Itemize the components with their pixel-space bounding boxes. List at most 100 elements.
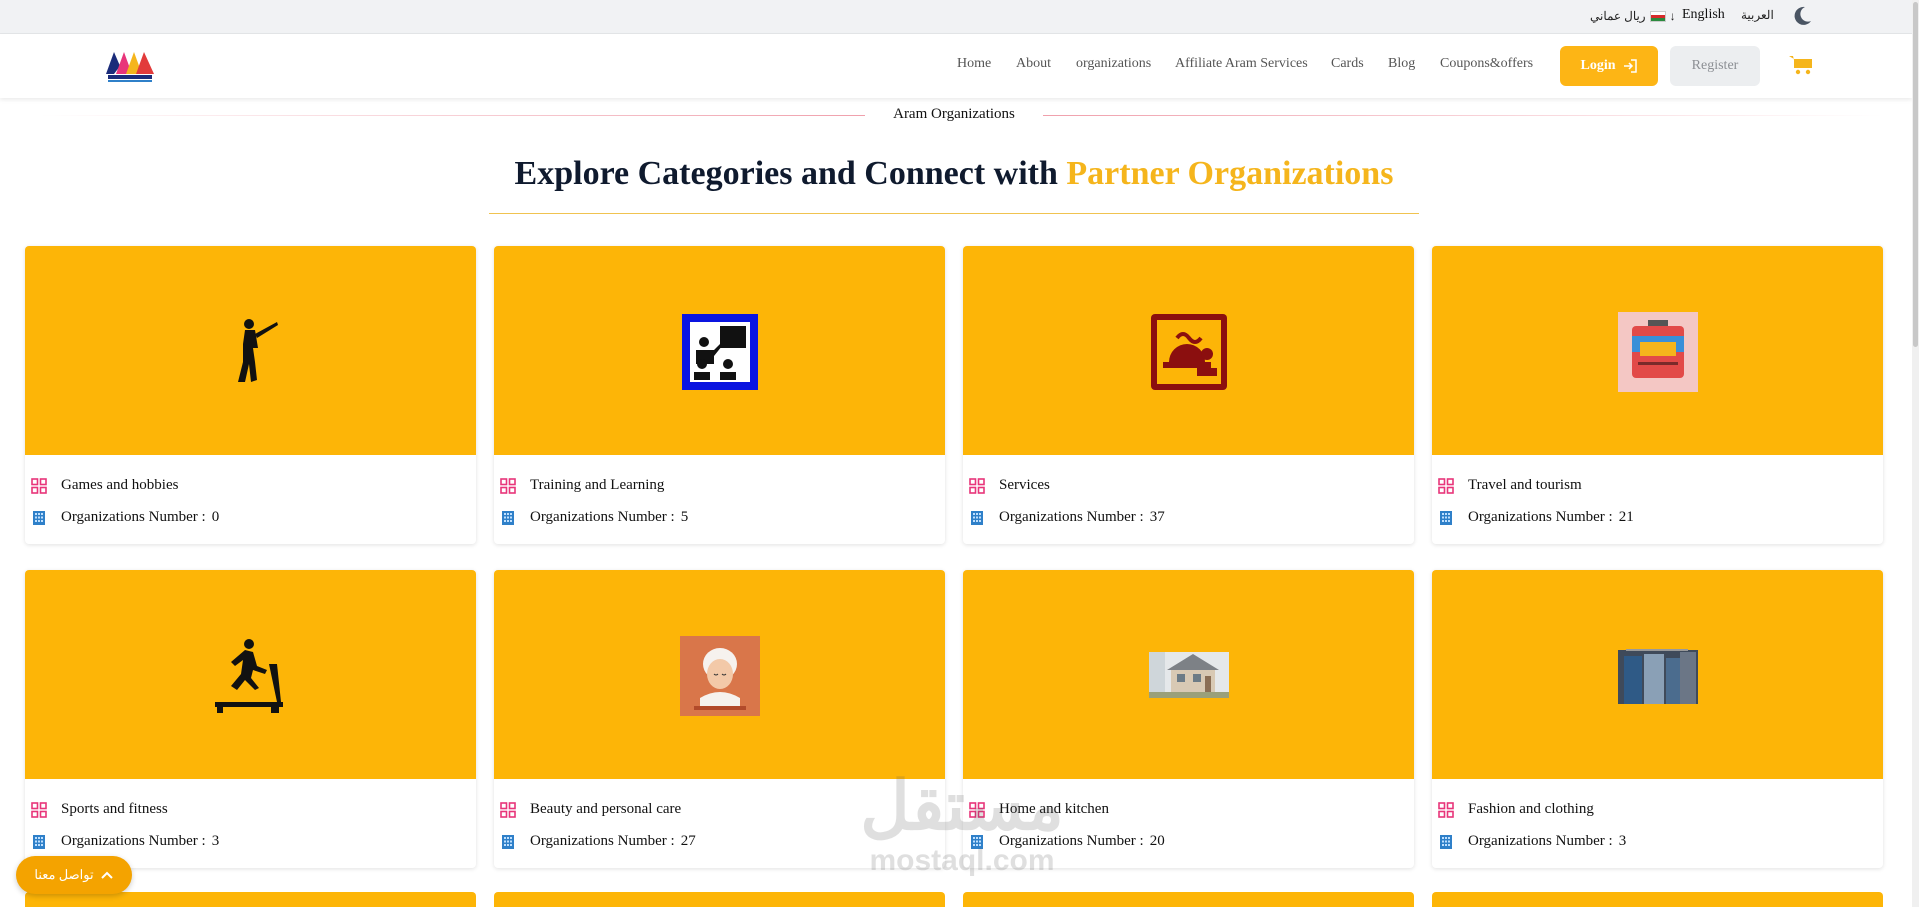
count-label: Organizations Number : bbox=[999, 509, 1144, 525]
category-count-row: Organizations Number : 3 bbox=[31, 833, 219, 850]
category-name-row: Fashion and clothing bbox=[1438, 801, 1594, 818]
heading-main: Explore Categories and Connect with bbox=[514, 155, 1067, 192]
category-count-row: Organizations Number : 0 bbox=[31, 509, 219, 526]
grid-category-icon bbox=[1438, 801, 1454, 818]
count-label: Organizations Number : bbox=[530, 509, 675, 525]
building-icon bbox=[1440, 510, 1452, 525]
currency-label: ريال عماني bbox=[1590, 9, 1646, 23]
count-label: Organizations Number : bbox=[61, 509, 206, 525]
register-button[interactable]: Register bbox=[1670, 46, 1760, 86]
category-card[interactable]: Fashion and clothing Organizations Number… bbox=[1432, 570, 1883, 868]
count-value: 5 bbox=[680, 509, 689, 525]
count-value: 21 bbox=[1618, 509, 1634, 525]
nav-about[interactable]: About bbox=[1016, 56, 1051, 72]
category-card-image[interactable] bbox=[494, 570, 945, 779]
category-count-row: Organizations Number : 3 bbox=[1438, 833, 1626, 850]
category-name: Fashion and clothing bbox=[1468, 801, 1594, 817]
grid-category-icon bbox=[31, 477, 47, 494]
category-name: Beauty and personal care bbox=[530, 801, 682, 817]
category-card[interactable]: Sports and fitness Organizations Number :… bbox=[25, 570, 476, 868]
category-card-image[interactable] bbox=[1432, 246, 1883, 455]
house-photo-icon bbox=[1149, 652, 1229, 698]
nav-affiliate[interactable]: Affiliate Aram Services bbox=[1175, 56, 1308, 72]
chevron-up-icon bbox=[100, 871, 113, 879]
category-card-partial[interactable] bbox=[963, 892, 1414, 907]
scrollbar-thumb[interactable] bbox=[1913, 2, 1918, 347]
nav-home[interactable]: Home bbox=[957, 56, 991, 72]
spa-woman-icon bbox=[680, 636, 760, 716]
category-card[interactable]: Travel and tourism Organizations Number :… bbox=[1432, 246, 1883, 544]
category-card-image[interactable] bbox=[25, 246, 476, 455]
category-name-row: Travel and tourism bbox=[1438, 477, 1582, 494]
section-label: Aram Organizations bbox=[893, 106, 1015, 122]
building-icon bbox=[33, 510, 45, 525]
nav-organizations[interactable]: organizations bbox=[1076, 56, 1151, 72]
building-icon bbox=[502, 510, 514, 525]
category-card-partial[interactable] bbox=[494, 892, 945, 907]
page-heading: Explore Categories and Connect with Part… bbox=[489, 155, 1419, 214]
lang-english[interactable]: English bbox=[1682, 7, 1725, 23]
dark-mode-moon-icon[interactable] bbox=[1790, 4, 1814, 28]
arrow-down-icon: ↓ bbox=[1669, 9, 1676, 23]
category-card-image[interactable] bbox=[1432, 570, 1883, 779]
count-value: 20 bbox=[1149, 833, 1165, 849]
cart-icon[interactable] bbox=[1788, 54, 1814, 76]
currency-selector[interactable]: ريال عماني ↓ bbox=[1590, 9, 1676, 24]
classroom-icon bbox=[682, 314, 758, 390]
clothing-photo-icon bbox=[1618, 649, 1698, 704]
category-card[interactable]: Services Organizations Number : 37 bbox=[963, 246, 1414, 544]
category-count-row: Organizations Number : 27 bbox=[500, 833, 696, 850]
watermark-english: mostaql.com bbox=[869, 844, 1055, 877]
category-card[interactable]: Training and Learning Organizations Numbe… bbox=[494, 246, 945, 544]
category-name: Games and hobbies bbox=[61, 477, 179, 493]
category-card-image[interactable] bbox=[25, 570, 476, 779]
category-name: Travel and tourism bbox=[1468, 477, 1582, 493]
grid-category-icon bbox=[500, 477, 516, 494]
category-card-image[interactable] bbox=[963, 246, 1414, 455]
suitcase-icon bbox=[1618, 312, 1698, 392]
main-navbar: Home About organizations Affiliate Aram … bbox=[0, 34, 1912, 98]
count-value: 0 bbox=[211, 509, 220, 525]
category-card-partial[interactable] bbox=[25, 892, 476, 907]
nav-blog[interactable]: Blog bbox=[1388, 56, 1415, 72]
count-value: 27 bbox=[680, 833, 696, 849]
nav-coupons[interactable]: Coupons&offers bbox=[1440, 56, 1533, 72]
category-card-image[interactable] bbox=[963, 570, 1414, 779]
count-label: Organizations Number : bbox=[530, 833, 675, 849]
food-service-icon bbox=[1151, 314, 1227, 390]
watermark: مستقل mostaql.com bbox=[842, 766, 1082, 886]
category-name: Training and Learning bbox=[530, 477, 665, 493]
category-card[interactable]: Games and hobbies Organizations Number : 0 bbox=[25, 246, 476, 544]
count-value: 37 bbox=[1149, 509, 1165, 525]
oman-flag-icon bbox=[1649, 11, 1666, 22]
treadmill-icon bbox=[215, 639, 283, 713]
count-label: Organizations Number : bbox=[1468, 509, 1613, 525]
grid-category-icon bbox=[969, 477, 985, 494]
watermark-arabic: مستقل bbox=[860, 768, 1064, 844]
building-icon bbox=[502, 834, 514, 849]
count-value: 3 bbox=[211, 833, 220, 849]
top-utility-bar: ريال عماني ↓ English العربية bbox=[0, 0, 1919, 34]
contact-us-label: تواصل معنا bbox=[34, 867, 94, 882]
category-name-row: Sports and fitness bbox=[31, 801, 168, 818]
building-icon bbox=[33, 834, 45, 849]
nav-cards[interactable]: Cards bbox=[1331, 56, 1364, 72]
category-name-row: Training and Learning bbox=[500, 477, 664, 494]
login-arrow-icon bbox=[1623, 59, 1637, 73]
building-icon bbox=[971, 510, 983, 525]
category-name-row: Beauty and personal care bbox=[500, 801, 681, 818]
category-card-partial[interactable] bbox=[1432, 892, 1883, 907]
section-divider-left bbox=[40, 115, 865, 116]
contact-us-button[interactable]: تواصل معنا bbox=[16, 856, 132, 894]
grid-category-icon bbox=[1438, 477, 1454, 494]
heading-accent: Partner Organizations bbox=[1066, 155, 1394, 192]
count-label: Organizations Number : bbox=[61, 833, 206, 849]
login-button[interactable]: Login bbox=[1560, 46, 1658, 86]
lang-arabic[interactable]: العربية bbox=[1741, 8, 1774, 23]
grid-category-icon bbox=[31, 801, 47, 818]
category-name-row: Games and hobbies bbox=[31, 477, 178, 494]
category-card-image[interactable] bbox=[494, 246, 945, 455]
login-label: Login bbox=[1580, 58, 1616, 73]
category-count-row: Organizations Number : 37 bbox=[969, 509, 1165, 526]
aram-logo[interactable] bbox=[104, 48, 156, 84]
